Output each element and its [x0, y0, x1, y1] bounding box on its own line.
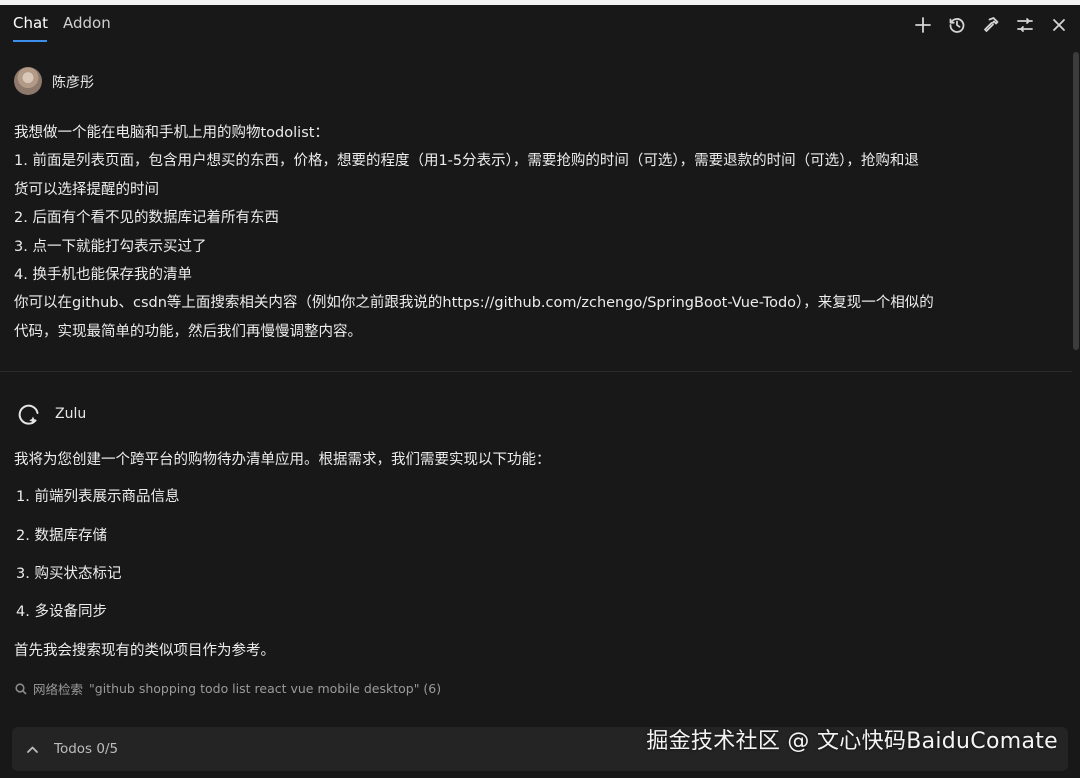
user-line: 2. 后面有个看不见的数据库记着所有东西: [14, 210, 279, 227]
toolbar: [912, 14, 1070, 36]
web-search-query: "github shopping todo list react vue mob…: [89, 681, 442, 696]
tab-chat[interactable]: Chat: [13, 13, 48, 33]
user-line: 代码，实现最简单的功能，然后我们再慢慢调整内容。: [14, 323, 362, 340]
close-button[interactable]: [1048, 14, 1070, 36]
watermark: 掘金技术社区 @ 文心快码BaiduComate: [646, 729, 1058, 754]
new-chat-button[interactable]: [912, 14, 934, 36]
web-search-step[interactable]: 网络检索 "github shopping todo list react vu…: [15, 679, 441, 698]
active-tab-indicator: [13, 40, 47, 42]
settings-button[interactable]: [1014, 14, 1036, 36]
user-line: 你可以在github、csdn等上面搜索相关内容（例如你之前跟我说的https:…: [14, 295, 934, 312]
zulu-logo-icon: [18, 404, 39, 425]
user-line: 4. 换手机也能保存我的清单: [14, 267, 192, 284]
search-icon: [15, 682, 27, 695]
history-icon: [949, 18, 965, 33]
list-item: 4. 多设备同步: [16, 604, 107, 620]
plus-icon: [915, 17, 931, 33]
assistant-intro: 我将为您创建一个跨平台的购物待办清单应用。根据需求，我们需要实现以下功能：: [14, 452, 551, 468]
todos-label: Todos 0/5: [54, 741, 119, 757]
tab-bar: Chat Addon: [0, 5, 1080, 47]
user-name: 陈彦彤: [52, 75, 94, 91]
user-message-text: 我想做一个能在电脑和手机上用的购物todolist： 1. 前面是列表页面，包含…: [14, 119, 1054, 346]
scrollbar-thumb[interactable]: [1073, 52, 1079, 350]
sliders-icon: [1017, 18, 1033, 32]
web-search-label: 网络检索: [33, 682, 84, 697]
list-item: 2. 数据库存储: [16, 528, 107, 544]
user-avatar: [14, 67, 42, 95]
message-divider: [0, 371, 1072, 372]
list-item: 3. 购买状态标记: [16, 566, 122, 582]
user-line: 1. 前面是列表页面，包含用户想买的东西，价格，想要的程度（用1-5分表示），需…: [14, 153, 919, 170]
assistant-name: Zulu: [55, 406, 87, 422]
tab-addon[interactable]: Addon: [63, 13, 111, 33]
close-icon: [1053, 19, 1065, 31]
user-line: 货可以选择提醒的时间: [14, 181, 159, 198]
chevron-up-icon: [27, 746, 38, 753]
user-line: 3. 点一下就能打勾表示买过了: [14, 238, 207, 255]
assistant-outro: 首先我会搜索现有的类似项目作为参考。: [14, 643, 275, 659]
hammer-icon: [984, 17, 999, 32]
history-button[interactable]: [946, 14, 968, 36]
tools-button[interactable]: [980, 14, 1002, 36]
list-item: 1. 前端列表展示商品信息: [16, 489, 180, 505]
user-line: 我想做一个能在电脑和手机上用的购物todolist：: [14, 125, 329, 141]
